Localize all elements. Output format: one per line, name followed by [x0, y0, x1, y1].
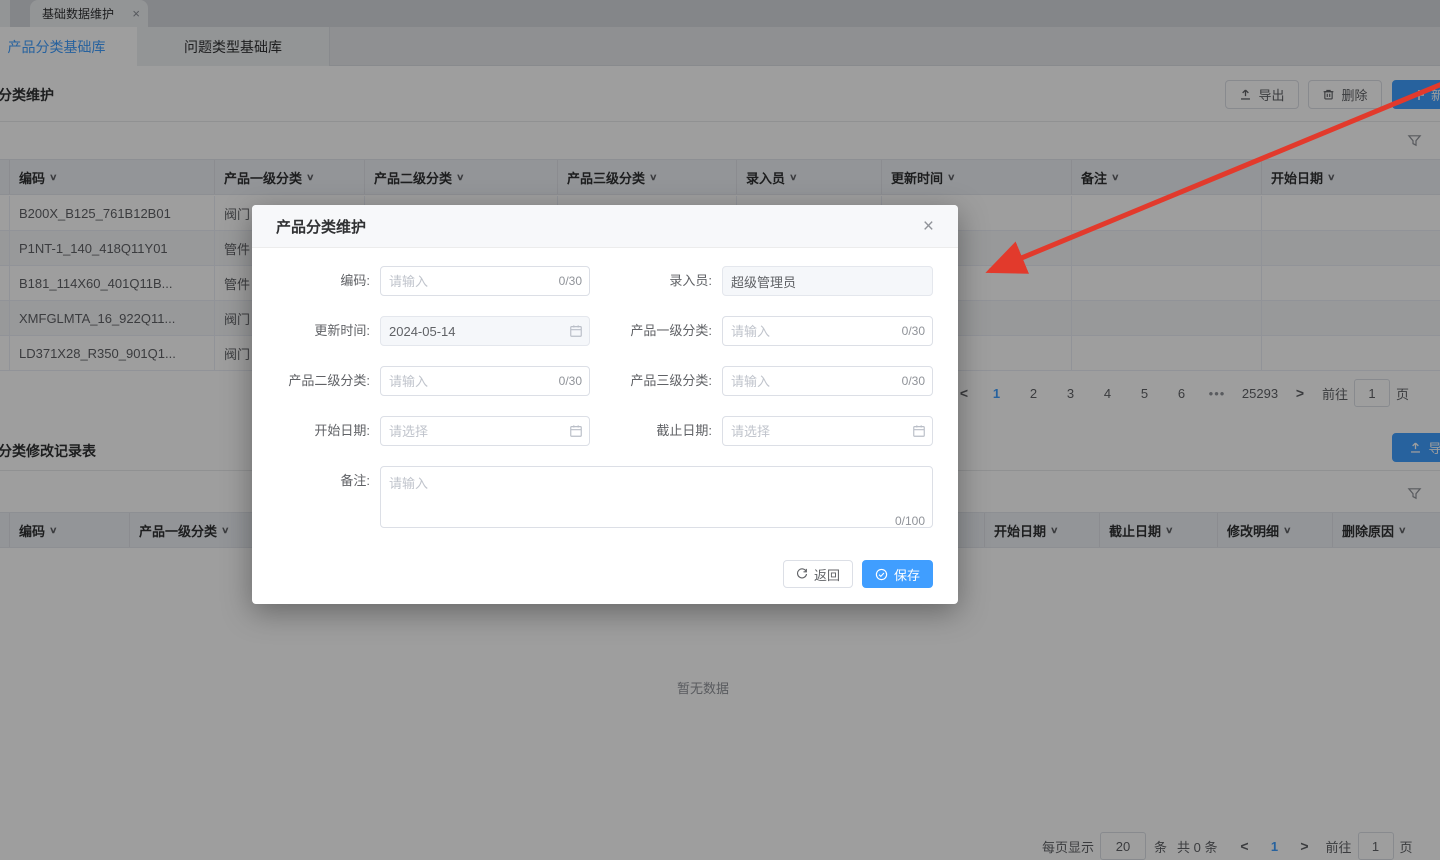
code-counter: 0/30: [558, 274, 582, 288]
cat1-label: 产品一级分类:: [630, 323, 712, 338]
cat1-counter: 0/30: [901, 324, 925, 338]
end-date-label: 截止日期:: [656, 423, 712, 438]
cat3-counter: 0/30: [901, 374, 925, 388]
dialog-form: 编码: 0/30 录入员: 更新时间: 产品一级分类:: [252, 248, 958, 533]
close-icon[interactable]: ×: [923, 217, 934, 236]
calendar-icon: [569, 424, 583, 438]
update-time-label: 更新时间:: [314, 323, 370, 338]
dialog-header: 产品分类维护 ×: [252, 205, 958, 248]
cat2-label: 产品二级分类:: [288, 373, 370, 388]
calendar-icon: [912, 424, 926, 438]
recorder-input: [722, 266, 933, 296]
save-button[interactable]: 保存: [861, 560, 933, 588]
refresh-icon: [796, 568, 808, 580]
end-date-input[interactable]: [722, 416, 933, 446]
update-time-input: [380, 316, 590, 346]
remark-textarea[interactable]: [380, 466, 933, 528]
code-label: 编码:: [340, 273, 370, 288]
cat3-label: 产品三级分类:: [630, 373, 712, 388]
remark-label: 备注:: [340, 473, 370, 488]
dialog-title: 产品分类维护: [276, 218, 367, 236]
product-category-dialog: 产品分类维护 × 编码: 0/30 录入员: 更新时间:: [252, 205, 958, 604]
cat2-counter: 0/30: [558, 374, 582, 388]
remark-counter: 0/100: [894, 514, 925, 528]
start-date-input[interactable]: [380, 416, 590, 446]
start-date-label: 开始日期:: [314, 423, 370, 438]
check-circle-icon: [875, 568, 888, 581]
dialog-footer: 返回 保存: [782, 560, 933, 588]
recorder-label: 录入员:: [669, 273, 712, 288]
back-button[interactable]: 返回: [782, 560, 853, 588]
calendar-icon: [569, 324, 583, 338]
